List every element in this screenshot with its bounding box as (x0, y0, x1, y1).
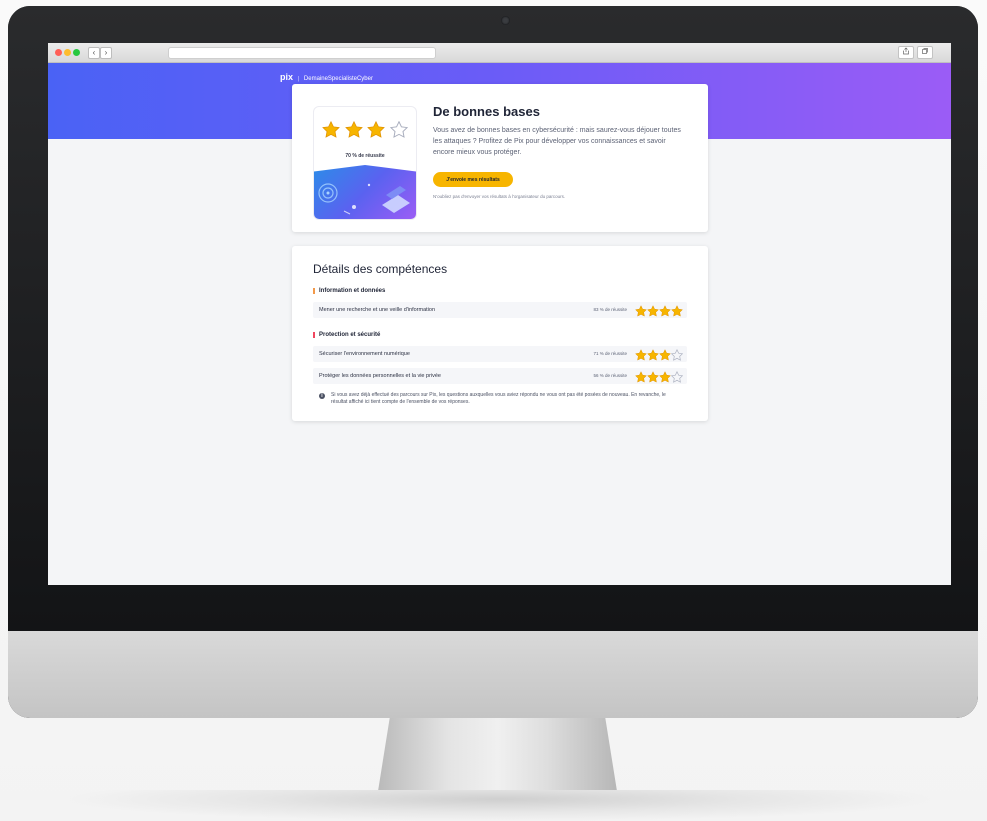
result-description: Vous avez de bonnes bases en cybersécuri… (433, 127, 681, 156)
star-filled-icon (344, 121, 363, 138)
result-card: 70 % de réussite De bonnes bases Vous av… (292, 84, 708, 232)
competence-label: Sécuriser l'environnement numérique (319, 351, 410, 357)
star-filled-icon (367, 121, 386, 138)
star-filled-icon (659, 305, 671, 317)
competence-row: Sécuriser l'environnement numérique 71 %… (313, 346, 687, 362)
close-window-button[interactable] (55, 49, 62, 56)
star-filled-icon (647, 371, 659, 383)
pix-logo[interactable]: pix (280, 72, 293, 82)
competences-title: Détails des compétences (313, 262, 448, 276)
star-empty-icon (670, 370, 684, 383)
forward-button[interactable]: › (100, 47, 112, 59)
star-filled-icon (635, 305, 647, 317)
competence-label: Mener une recherche et une veille d'info… (319, 307, 436, 313)
send-reminder: N'oubliez pas d'envoyer vos résultats à … (433, 194, 566, 199)
badge-illustration (314, 165, 416, 219)
browser-toolbar: ‹ › (48, 43, 951, 63)
star-filled-icon (659, 371, 671, 383)
address-bar[interactable] (168, 47, 436, 59)
result-rate: 70 % de réussite (345, 153, 385, 159)
competence-stars (635, 348, 684, 361)
maximize-window-button[interactable] (73, 49, 80, 56)
competence-row: Mener une recherche et une veille d'info… (313, 302, 687, 318)
star-empty-icon (389, 121, 408, 138)
star-empty-icon (670, 348, 684, 361)
campaign-name: DemaineSpecialisteCyber (303, 76, 373, 82)
competence-rate: 83 % de réussite (593, 307, 627, 312)
result-title: De bonnes bases (433, 104, 540, 119)
star-filled-icon (647, 349, 659, 361)
section-protection-securite: Protection et sécurité (313, 332, 380, 338)
competence-stars (635, 304, 683, 317)
competence-row: Protéger les données personnelles et la … (313, 368, 687, 384)
competence-stars (635, 370, 684, 383)
badge-stars (314, 121, 416, 143)
back-button[interactable]: ‹ (88, 47, 100, 59)
share-icon[interactable] (898, 46, 914, 59)
tabs-icon[interactable] (917, 46, 933, 59)
competence-rate: 56 % de réussite (593, 373, 627, 378)
minimize-window-button[interactable] (64, 49, 71, 56)
star-filled-icon (635, 371, 647, 383)
send-results-button[interactable]: J'envoie mes résultats (433, 172, 513, 187)
info-note: Si vous avez déjà effectué des parcours … (331, 392, 666, 405)
competence-label: Protéger les données personnelles et la … (319, 373, 441, 379)
star-filled-icon (322, 121, 341, 138)
star-filled-icon (635, 349, 647, 361)
competences-card: Détails des compétences Information et d… (292, 246, 708, 421)
header-separator: | (297, 76, 300, 82)
info-icon: i (319, 393, 325, 399)
section-information-donnees: Information et données (313, 288, 385, 294)
site-header: pix | DemaineSpecialisteCyber (280, 72, 373, 82)
result-badge: 70 % de réussite (313, 106, 417, 220)
competence-rate: 71 % de réussite (593, 351, 627, 356)
star-filled-icon (659, 349, 671, 361)
screen: ‹ › pix | DemaineSpecialisteCyber 70 % d… (48, 43, 951, 585)
monitor-stand-base (70, 790, 930, 821)
star-filled-icon (647, 305, 659, 317)
monitor-chin (8, 631, 978, 718)
camera-icon (501, 16, 510, 25)
star-filled-icon (671, 305, 683, 317)
